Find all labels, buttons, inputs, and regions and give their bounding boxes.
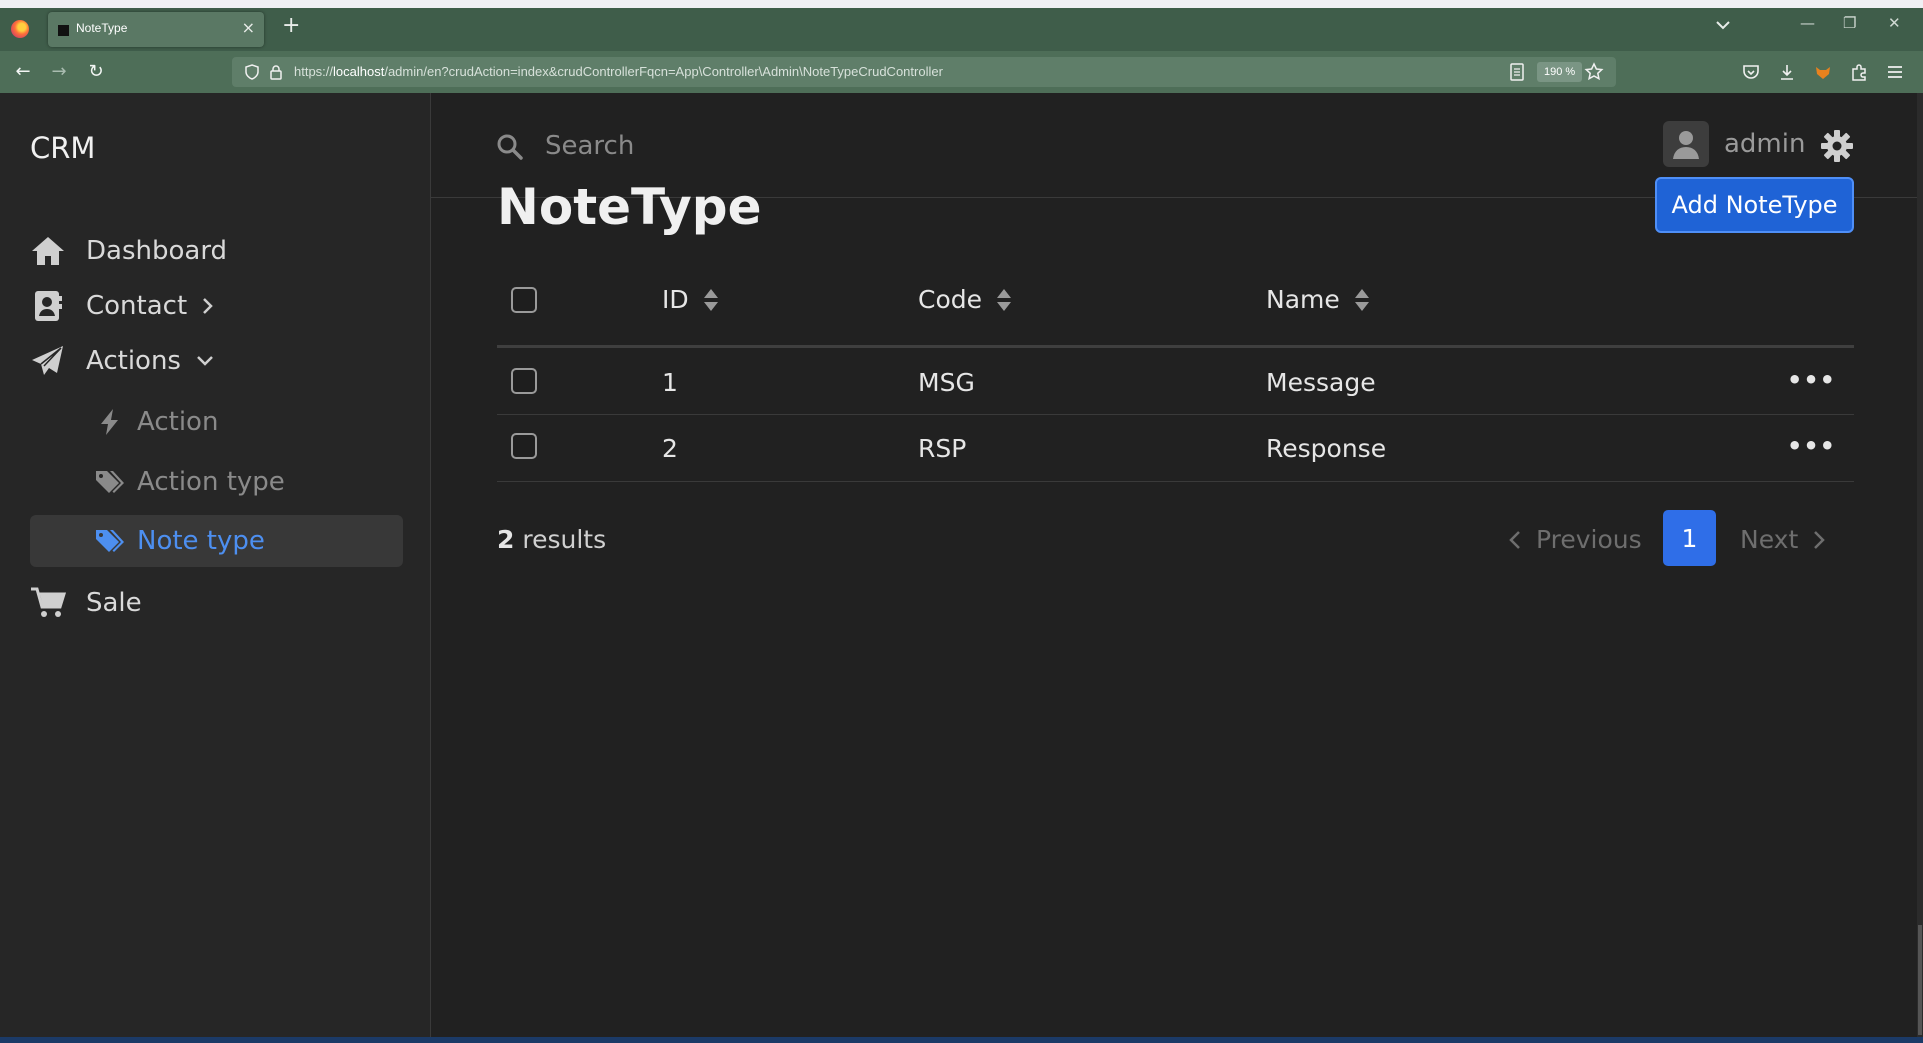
home-icon — [30, 233, 66, 269]
scrollbar-thumb[interactable] — [1918, 925, 1922, 1035]
extensions-puzzle-icon[interactable] — [1849, 62, 1869, 82]
select-all-checkbox[interactable] — [511, 287, 537, 313]
pagination-current-page[interactable]: 1 — [1663, 510, 1716, 566]
results-label: results — [522, 525, 607, 554]
cell-id: 1 — [662, 368, 678, 397]
cell-name: Message — [1266, 368, 1376, 397]
chevron-right-icon — [1814, 530, 1826, 549]
gear-icon[interactable] — [1821, 130, 1853, 162]
tags-icon — [95, 526, 125, 556]
sidebar-item-label: Actions — [86, 346, 181, 376]
firefox-icon[interactable] — [11, 20, 29, 38]
results-count: 2 results — [497, 525, 606, 554]
forward-icon[interactable]: → — [47, 60, 71, 84]
download-icon[interactable] — [1777, 62, 1797, 82]
tab-list-chevron-icon[interactable] — [1714, 16, 1732, 34]
bolt-icon — [95, 407, 125, 437]
cell-code: RSP — [918, 434, 967, 463]
sidebar-item-label: Sale — [86, 588, 142, 618]
column-header-name[interactable]: Name — [1266, 285, 1370, 314]
tags-icon — [95, 467, 125, 497]
pocket-icon[interactable] — [1741, 62, 1761, 82]
pagination-next[interactable]: Next — [1740, 525, 1826, 554]
username[interactable]: admin — [1724, 129, 1805, 159]
cell-code: MSG — [918, 368, 975, 397]
sidebar-item-label: Action type — [137, 467, 285, 497]
brand-logo[interactable]: CRM — [30, 131, 95, 165]
window-top-strip — [0, 0, 1923, 8]
pagination-next-label: Next — [1740, 525, 1799, 554]
chevron-left-icon — [1509, 530, 1520, 549]
window-close-icon[interactable]: ✕ — [1888, 14, 1901, 32]
minimize-icon[interactable]: — — [1800, 14, 1815, 32]
avatar[interactable] — [1663, 121, 1709, 167]
sort-icon — [703, 288, 718, 311]
cell-name: Response — [1266, 434, 1387, 463]
browser-tab[interactable]: NoteType × — [48, 12, 264, 47]
sidebar-item-label: Action — [137, 407, 219, 437]
restore-icon[interactable]: ❐ — [1843, 14, 1856, 32]
url-bar[interactable]: https://localhost/admin/en?crudAction=in… — [232, 57, 1616, 87]
app-root: CRM Dashboard Contact Actions Action Act… — [0, 93, 1917, 1037]
table-row[interactable]: 2 RSP Response ••• — [497, 415, 1854, 482]
results-number: 2 — [497, 525, 515, 554]
sidebar-item-label: Contact — [86, 291, 188, 321]
chevron-right-icon — [203, 298, 213, 314]
column-header-code[interactable]: Code — [918, 285, 1012, 314]
sidebar-item-label: Dashboard — [86, 236, 228, 266]
cell-id: 2 — [662, 434, 678, 463]
sidebar-item-label: Note type — [137, 526, 265, 556]
bookmark-star-icon[interactable] — [1584, 62, 1604, 82]
search-input[interactable] — [543, 123, 1147, 169]
row-checkbox[interactable] — [511, 433, 537, 459]
pagination-previous[interactable]: Previous — [1508, 525, 1642, 554]
url-text[interactable]: https://localhost/admin/en?crudAction=in… — [294, 64, 943, 79]
row-actions-icon[interactable]: ••• — [1787, 366, 1836, 394]
paper-plane-icon — [30, 343, 66, 379]
pagination-previous-label: Previous — [1536, 525, 1642, 554]
lock-icon[interactable] — [268, 64, 284, 80]
sort-icon — [997, 288, 1012, 311]
user-icon — [1673, 131, 1699, 159]
sidebar-item-contact[interactable]: Contact — [30, 283, 215, 329]
contact-card-icon — [30, 288, 66, 324]
zoom-level[interactable]: 190 % — [1537, 62, 1583, 82]
new-tab-button[interactable]: + — [282, 14, 300, 38]
scrollbar-track[interactable] — [1917, 93, 1923, 1037]
column-label: Name — [1266, 285, 1340, 314]
sidebar-item-note-type[interactable]: Note type — [95, 518, 265, 564]
search-icon — [497, 134, 523, 160]
favicon-icon — [58, 25, 69, 36]
row-actions-icon[interactable]: ••• — [1787, 432, 1836, 460]
sidebar-item-sale[interactable]: Sale — [30, 580, 142, 626]
sidebar-item-dashboard[interactable]: Dashboard — [30, 228, 227, 274]
row-checkbox[interactable] — [511, 368, 537, 394]
page-title: NoteType — [497, 178, 762, 236]
taskbar-strip — [0, 1037, 1923, 1043]
back-icon[interactable]: ← — [11, 60, 35, 84]
chevron-down-icon — [197, 356, 213, 366]
column-label: Code — [918, 285, 983, 314]
table-header: ID Code Name — [497, 255, 1854, 348]
sort-icon — [1354, 288, 1369, 311]
tab-title: NoteType — [76, 21, 128, 35]
sidebar-item-actions[interactable]: Actions — [30, 338, 215, 384]
sidebar: CRM Dashboard Contact Actions Action Act… — [0, 93, 431, 1037]
sidebar-item-action-type[interactable]: Action type — [95, 459, 285, 505]
column-label: ID — [662, 285, 689, 314]
extension-fox-icon[interactable] — [1813, 62, 1833, 82]
reader-view-icon[interactable] — [1509, 63, 1525, 81]
shield-icon[interactable] — [244, 64, 260, 80]
column-header-id[interactable]: ID — [662, 285, 719, 314]
app-menu-icon[interactable] — [1885, 62, 1905, 82]
cart-icon — [30, 585, 66, 621]
table-row[interactable]: 1 MSG Message ••• — [497, 348, 1854, 415]
notetype-table: ID Code Name 1 MSG Message ••• 2 RSP Res… — [497, 255, 1854, 482]
tab-close-icon[interactable]: × — [242, 19, 255, 37]
sidebar-item-action[interactable]: Action — [95, 399, 218, 445]
reload-icon[interactable]: ↻ — [84, 60, 108, 84]
add-notetype-button[interactable]: Add NoteType — [1655, 177, 1854, 233]
